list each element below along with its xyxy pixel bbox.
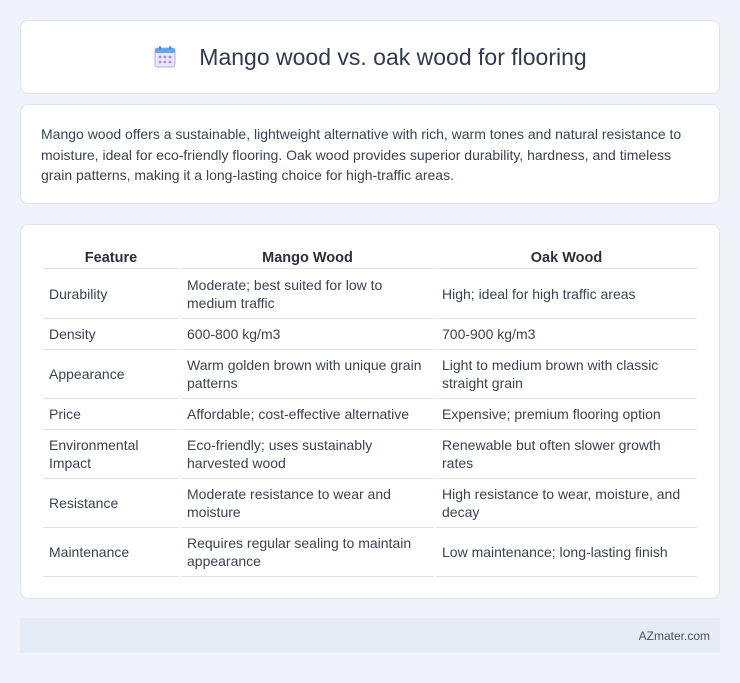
oak-cell: Low maintenance; long-lasting finish	[436, 528, 697, 577]
oak-cell: Light to medium brown with classic strai…	[436, 350, 697, 399]
feature-cell: Density	[43, 319, 179, 350]
header-oak-wood: Oak Wood	[436, 245, 697, 269]
footer: AZmater.com	[20, 618, 720, 653]
oak-cell: 700-900 kg/m3	[436, 319, 697, 350]
table-row: Price Affordable; cost-effective alterna…	[43, 399, 697, 430]
comparison-table: Feature Mango Wood Oak Wood Durability M…	[41, 245, 699, 577]
mango-cell: Requires regular sealing to maintain app…	[181, 528, 434, 577]
table-header-row: Feature Mango Wood Oak Wood	[43, 245, 697, 269]
mango-cell: Eco-friendly; uses sustainably harvested…	[181, 430, 434, 479]
mango-cell: Warm golden brown with unique grain patt…	[181, 350, 434, 399]
mango-cell: Moderate; best suited for low to medium …	[181, 269, 434, 319]
calendar-icon	[153, 45, 177, 69]
mango-cell: Moderate resistance to wear and moisture	[181, 479, 434, 528]
mango-cell: Affordable; cost-effective alternative	[181, 399, 434, 430]
table-row: Density 600-800 kg/m3 700-900 kg/m3	[43, 319, 697, 350]
feature-cell: Resistance	[43, 479, 179, 528]
table-row: Resistance Moderate resistance to wear a…	[43, 479, 697, 528]
table-row: Durability Moderate; best suited for low…	[43, 269, 697, 319]
header-feature: Feature	[43, 245, 179, 269]
mango-cell: 600-800 kg/m3	[181, 319, 434, 350]
footer-site-link[interactable]: AZmater.com	[639, 629, 710, 643]
oak-cell: High; ideal for high traffic areas	[436, 269, 697, 319]
table-row: Environmental Impact Eco-friendly; uses …	[43, 430, 697, 479]
table-row: Maintenance Requires regular sealing to …	[43, 528, 697, 577]
feature-cell: Durability	[43, 269, 179, 319]
table-row: Appearance Warm golden brown with unique…	[43, 350, 697, 399]
oak-cell: High resistance to wear, moisture, and d…	[436, 479, 697, 528]
description-card: Mango wood offers a sustainable, lightwe…	[20, 104, 720, 204]
oak-cell: Expensive; premium flooring option	[436, 399, 697, 430]
oak-cell: Renewable but often slower growth rates	[436, 430, 697, 479]
title-card: Mango wood vs. oak wood for flooring	[20, 20, 720, 94]
feature-cell: Maintenance	[43, 528, 179, 577]
description-text: Mango wood offers a sustainable, lightwe…	[41, 126, 682, 183]
comparison-table-card: Feature Mango Wood Oak Wood Durability M…	[20, 224, 720, 599]
feature-cell: Environmental Impact	[43, 430, 179, 479]
feature-cell: Price	[43, 399, 179, 430]
header-mango-wood: Mango Wood	[181, 245, 434, 269]
page-title: Mango wood vs. oak wood for flooring	[199, 43, 587, 70]
feature-cell: Appearance	[43, 350, 179, 399]
